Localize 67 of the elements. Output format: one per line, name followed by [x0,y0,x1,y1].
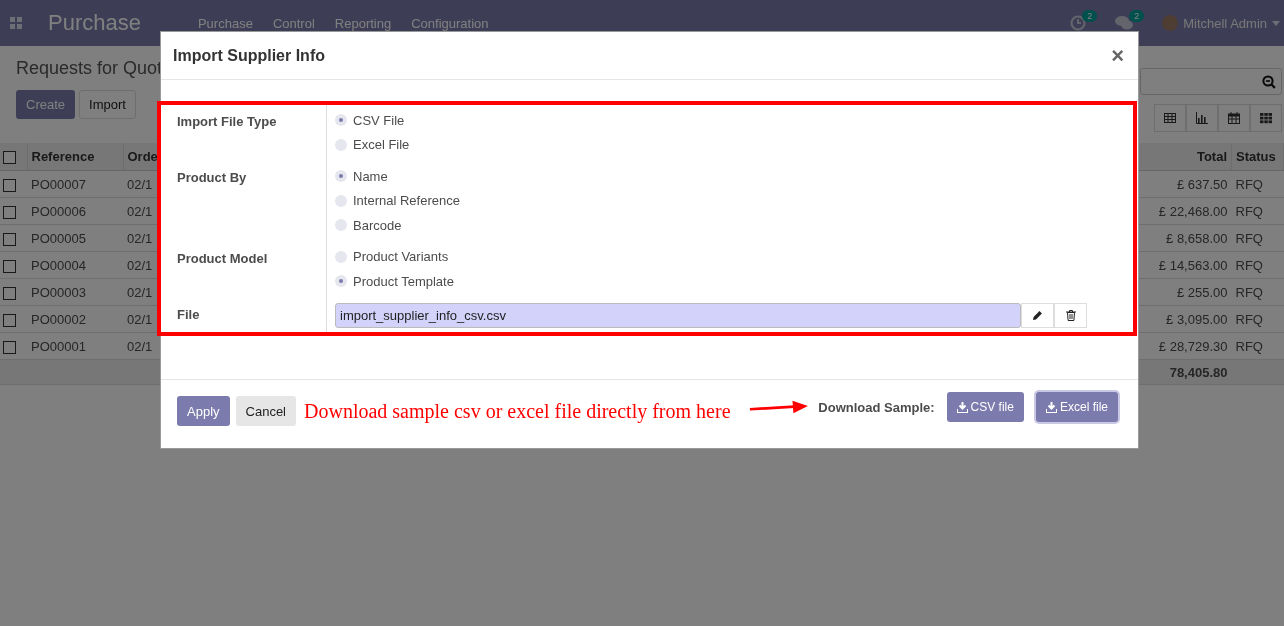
count-badge: 2 [1129,10,1145,22]
search-field[interactable] [1140,68,1282,95]
menu-item[interactable]: Purchase [197,15,253,31]
menu-item[interactable]: Configuration [411,15,489,31]
bar-chart-icon [1196,112,1208,124]
view-switch-button[interactable] [1186,104,1218,132]
calendar-icon [1228,112,1240,124]
table-cell: RFQ [1231,224,1284,252]
field-label: Product By [161,161,327,242]
download-icon [1045,401,1057,413]
table-cell: RFQ [1231,197,1284,225]
pencil-icon [1032,309,1043,321]
edit-button[interactable] [1021,302,1054,328]
menu-item[interactable]: Control [272,15,315,31]
table-cell: RFQ [1231,305,1284,333]
checkbox[interactable] [3,151,16,165]
close-button[interactable]: × [1109,42,1126,69]
apply-button[interactable]: Apply [177,396,230,426]
checkbox[interactable] [3,286,16,300]
column-header[interactable]: Reference [27,143,123,171]
annotation-arrow [748,399,809,415]
create-button[interactable]: Create [16,90,76,119]
field-label: File [161,297,327,332]
table-cell: RFQ [1231,251,1284,279]
download-icon [956,401,968,413]
download-label: Download Sample: [818,399,935,415]
table-cell: RFQ [1231,332,1284,360]
checkbox[interactable] [3,340,16,354]
dialog-title: Import Supplier Info [173,46,325,65]
table-cell: PO00005 [27,224,123,252]
table-cell: PO00006 [27,197,123,225]
caret-icon [1272,20,1280,26]
checkbox[interactable] [3,259,16,273]
view-switch-button[interactable] [1154,104,1186,132]
download-button[interactable]: CSV file [946,392,1024,422]
checkbox[interactable] [3,232,16,246]
view-switch-button[interactable] [1218,104,1250,132]
menu-item[interactable]: Reporting [334,15,392,31]
view-switch-button[interactable] [1250,104,1282,132]
import-button[interactable]: Import [79,90,136,119]
checkbox[interactable] [3,313,16,327]
annotation-text: Download sample csv or excel file directly from here [304,399,731,423]
checkbox[interactable] [3,178,16,192]
table-cell: RFQ [1231,170,1284,198]
count-badge: 2 [1082,10,1098,22]
table-cell: PO00002 [27,305,123,333]
table-cell: RFQ [1231,278,1284,306]
table-cell: PO00003 [27,278,123,306]
checkbox[interactable] [3,205,16,219]
avatar [1162,15,1179,31]
field-label: Import File Type [161,105,327,161]
delete-button[interactable] [1054,302,1087,328]
trash-icon [1065,309,1076,321]
table-icon [1164,112,1176,124]
radio-option[interactable]: CSV File [335,108,1133,133]
grid-icon [1260,112,1272,124]
field-label: Product Model [161,241,327,298]
table-cell: PO00001 [27,332,123,360]
app-title: Purchase [48,10,141,36]
search-icon [1262,74,1276,89]
table-cell: PO00004 [27,251,123,279]
column-header[interactable]: Status [1231,143,1284,171]
download-button[interactable]: Excel file [1035,392,1118,422]
cancel-button[interactable]: Cancel [235,396,296,426]
table-cell: PO00007 [27,170,123,198]
page-title: Requests for Quot [16,58,163,79]
file-input-field[interactable]: import_supplier_info_csv.csv [335,302,1021,328]
